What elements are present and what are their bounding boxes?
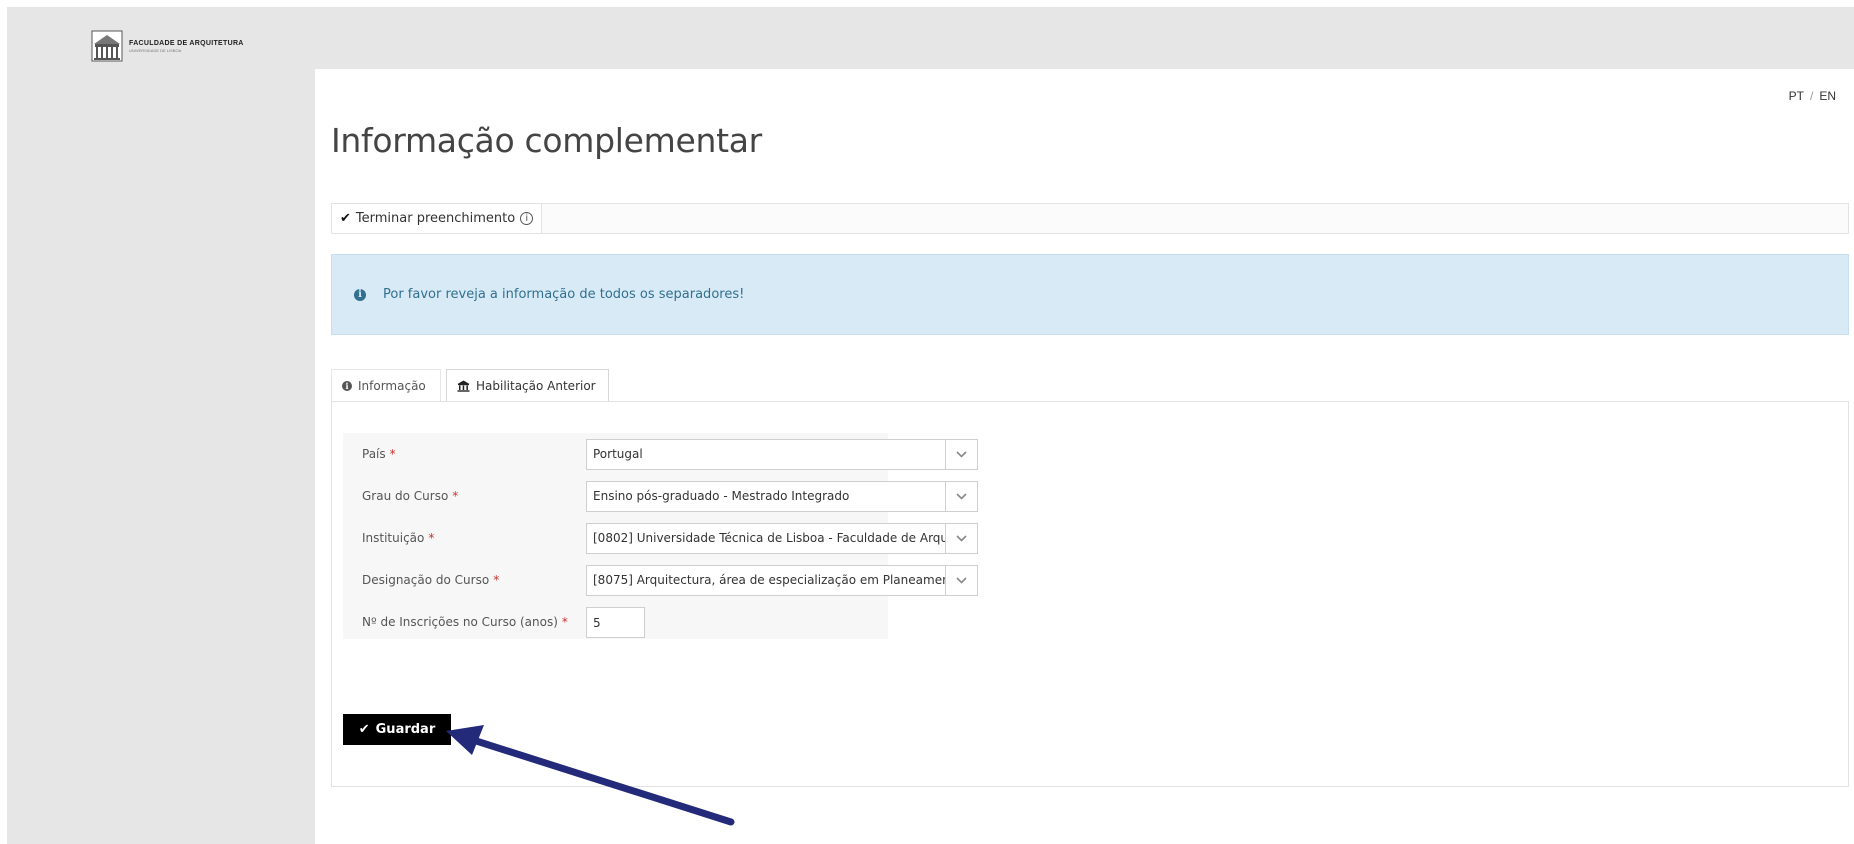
alert-text: Por favor reveja a informação de todos o… xyxy=(383,287,745,302)
field-label: Instituição * xyxy=(362,531,435,545)
course-degree-select[interactable]: Ensino pós-graduado - Mestrado Integrado xyxy=(586,481,978,512)
info-alert: i Por favor reveja a informação de todos… xyxy=(331,254,1849,335)
save-button[interactable]: ✔ Guardar xyxy=(343,714,451,745)
info-icon: i xyxy=(354,288,366,301)
chevron-down-icon[interactable] xyxy=(945,440,977,469)
required-marker: * xyxy=(561,615,568,629)
form-toolbar: ✔ Terminar preenchimento i xyxy=(331,203,1849,234)
faculty-logo[interactable]: FACULDADE DE ARQUITETURA UNIVERSIDADE DE… xyxy=(91,29,244,63)
form-row-designacao: Designação do Curso * [8075] Arquitectura… xyxy=(343,559,978,601)
info-icon: i xyxy=(342,380,352,391)
tab-label: Informação xyxy=(358,378,426,393)
page-title: Informação complementar xyxy=(331,121,762,160)
required-marker: * xyxy=(493,573,500,587)
tab-label: Habilitação Anterior xyxy=(476,378,596,393)
field-label: Designação do Curso * xyxy=(362,573,500,587)
check-icon: ✔ xyxy=(340,211,351,226)
required-marker: * xyxy=(428,531,435,545)
language-switcher: PT / EN xyxy=(1789,89,1836,103)
field-label: Grau do Curso * xyxy=(362,489,459,503)
lang-separator: / xyxy=(1809,89,1814,103)
building-logo-icon xyxy=(91,30,123,62)
tab-informacao[interactable]: i Informação xyxy=(331,369,441,401)
check-icon: ✔ xyxy=(358,722,370,737)
select-value: [8075] Arquitectura, área de especializa… xyxy=(593,573,945,587)
enrollments-input[interactable] xyxy=(586,607,645,638)
previous-qualification-form: País * Portugal Grau do Curso * Ensino pós… xyxy=(343,433,978,639)
select-value: [0802] Universidade Técnica de Lisboa - … xyxy=(593,531,945,545)
country-select[interactable]: Portugal xyxy=(586,439,978,470)
required-marker: * xyxy=(452,489,459,503)
select-value: Ensino pós-graduado - Mestrado Integrado xyxy=(593,489,850,503)
field-label: País * xyxy=(362,447,396,461)
institution-select[interactable]: [0802] Universidade Técnica de Lisboa - … xyxy=(586,523,978,554)
info-circle-icon[interactable]: i xyxy=(520,212,534,225)
tab-habilitacao-anterior[interactable]: Habilitação Anterior xyxy=(446,369,609,402)
tab-panel: País * Portugal Grau do Curso * Ensino pós… xyxy=(331,401,1849,787)
course-name-select[interactable]: [8075] Arquitectura, área de especializa… xyxy=(586,565,978,596)
chevron-down-icon[interactable] xyxy=(945,524,977,553)
save-label: Guardar xyxy=(375,722,436,737)
logo-subtitle: UNIVERSIDADE DE LISBOA xyxy=(129,47,182,53)
main-content: PT / EN Informação complementar ✔ Terminar… xyxy=(315,69,1854,844)
form-row-instituicao: Instituição * [0802] Universidade Técnica… xyxy=(343,517,978,559)
field-label: Nº de Inscrições no Curso (anos) * xyxy=(362,615,568,629)
lang-en-link[interactable]: EN xyxy=(1819,89,1836,103)
form-row-inscricoes: Nº de Inscrições no Curso (anos) * xyxy=(343,601,888,643)
lang-pt-link[interactable]: PT xyxy=(1789,89,1804,103)
form-row-grau: Grau do Curso * Ensino pós-graduado - Mes… xyxy=(343,475,978,517)
finish-filling-label: Terminar preenchimento xyxy=(355,211,516,226)
chevron-down-icon[interactable] xyxy=(945,566,977,595)
form-row-pais: País * Portugal xyxy=(343,433,978,475)
required-marker: * xyxy=(389,447,396,461)
finish-filling-button[interactable]: ✔ Terminar preenchimento i xyxy=(332,204,543,233)
chevron-down-icon[interactable] xyxy=(945,482,977,511)
logo-title: FACULDADE DE ARQUITETURA xyxy=(129,39,244,47)
select-value: Portugal xyxy=(593,447,643,461)
bank-icon xyxy=(457,380,470,392)
